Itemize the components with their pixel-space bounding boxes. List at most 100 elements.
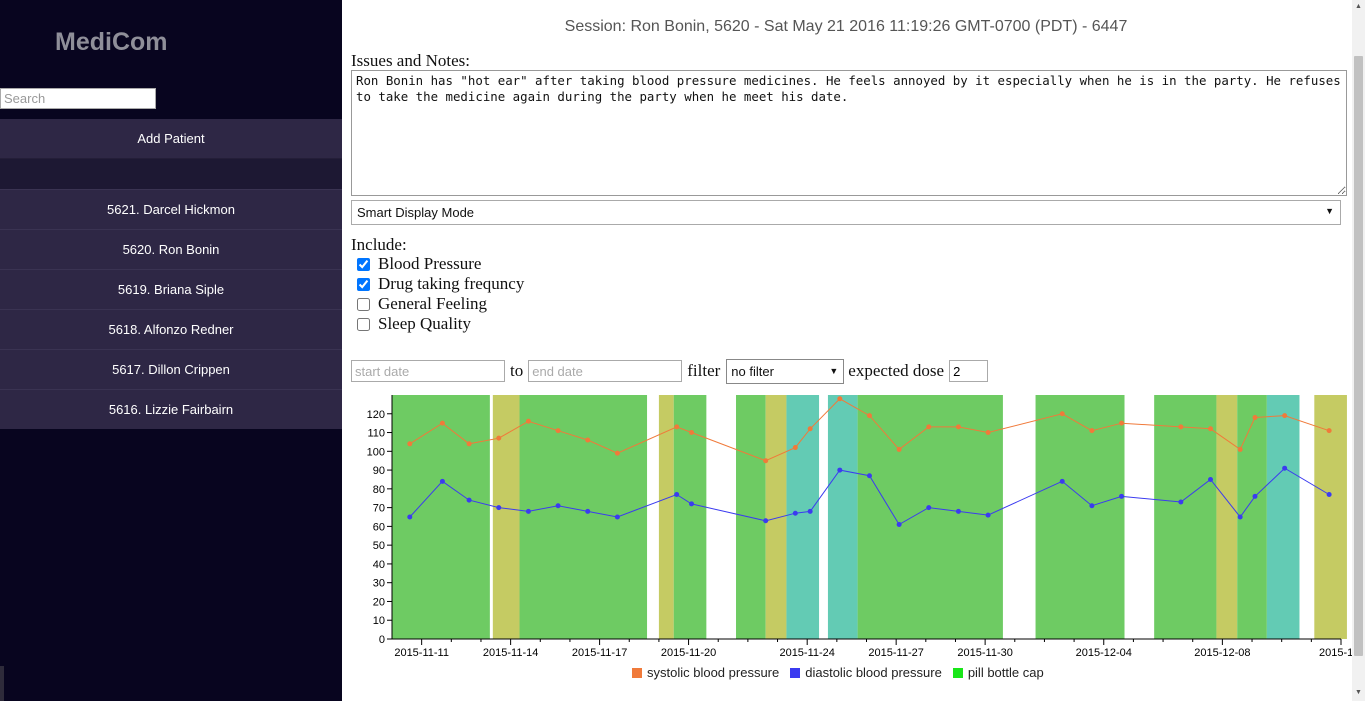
diastolic-point [674,491,680,497]
search-input[interactable] [0,88,156,109]
diastolic-point [926,505,932,511]
diastolic-point [466,497,472,503]
systolic-point [926,424,932,430]
systolic-point [763,458,769,464]
systolic-point [1326,428,1332,434]
systolic-point [896,446,902,452]
y-tick-label: 80 [373,484,385,496]
diastolic-point [955,508,961,514]
y-tick-label: 40 [373,559,385,571]
patient-item-5619[interactable]: 5619. Briana Siple [0,269,342,309]
diastolic-point [1252,493,1258,499]
diastolic-point [1178,499,1184,505]
systolic-point [792,445,798,451]
systolic-point [674,424,680,430]
patient-item-5618[interactable]: 5618. Alfonzo Redner [0,309,342,349]
sidebar-divider [0,159,342,189]
y-tick-label: 70 [373,503,385,515]
systolic-point [1119,420,1125,426]
systolic-point [1208,426,1214,432]
scrollbar-thumb[interactable] [1354,56,1363,656]
scroll-down-icon[interactable]: ▼ [1355,689,1362,696]
patient-item-5621[interactable]: 5621. Darcel Hickmon [0,189,342,229]
x-tick-label: 2015-11-11 [394,647,449,659]
diastolic-point [1208,476,1214,482]
diastolic-point [525,508,531,514]
legend-item-systolic: systolic blood pressure [632,665,779,680]
systolic-point [407,441,413,447]
legend-label-systolic: systolic blood pressure [647,665,780,680]
pill-interval-bar [519,395,648,639]
add-patient-button[interactable]: Add Patient [0,119,342,159]
systolic-point [496,435,502,441]
diastolic-point [763,518,769,524]
legend-swatch-diastolic [790,667,801,678]
x-tick-label: 2015-12-08 [1194,647,1250,659]
page-scrollbar[interactable]: ▲ ▼ [1352,0,1365,701]
pill-interval-bar [392,395,490,639]
diastolic-point [1089,503,1095,509]
systolic-point [985,430,991,436]
systolic-point [807,426,813,432]
legend-label-pill: pill bottle cap [967,665,1044,680]
y-tick-label: 10 [373,615,385,627]
systolic-point [1059,411,1065,417]
patient-item-5617[interactable]: 5617. Dillon Crippen [0,349,342,389]
systolic-point [466,441,472,447]
x-tick-label: 2015-11-30 [957,647,1012,659]
corner-block [0,666,4,701]
pill-interval-bar [492,395,520,639]
patient-item-5620[interactable]: 5620. Ron Bonin [0,229,342,269]
x-tick-label: 2015-11-24 [779,647,834,659]
pill-interval-bar [765,395,787,639]
systolic-point [1282,413,1288,419]
legend-item-diastolic: diastolic blood pressure [790,665,942,680]
scroll-up-icon[interactable]: ▲ [1355,3,1362,10]
x-tick-label: 2015-11-20 [661,647,716,659]
legend-item-pill: pill bottle cap [952,665,1044,680]
diastolic-point [1119,493,1125,499]
systolic-point [1237,446,1243,452]
y-tick-label: 110 [367,428,385,440]
diastolic-point [585,508,591,514]
systolic-point [585,437,591,443]
blood-pressure-chart: 0 10 20 30 40 50 60 70 80 90 100 110 120 2015-11-11 20… [367,395,1352,659]
diastolic-point [1282,465,1288,471]
diastolic-point [439,478,445,484]
systolic-point [1089,428,1095,434]
legend-swatch-pill [952,667,963,678]
x-tick-label: 2015-12- [1319,647,1352,659]
systolic-point [525,418,531,424]
y-tick-label: 60 [373,521,385,533]
systolic-point [1178,424,1184,430]
diastolic-point [896,522,902,528]
diastolic-point [866,473,872,479]
pill-interval-bar [1216,395,1238,639]
systolic-point [555,428,561,434]
app-logo: MediCom [55,28,168,56]
systolic-point [439,420,445,426]
systolic-point [955,424,961,430]
diastolic-point [689,501,695,507]
diastolic-point [496,505,502,511]
systolic-point [837,396,843,402]
pill-interval-bar [786,395,820,639]
systolic-point [614,450,620,456]
main-panel: Session: Ron Bonin, 5620 - Sat May 21 20… [342,0,1352,701]
patient-item-5616[interactable]: 5616. Lizzie Fairbairn [0,389,342,429]
pill-interval-bar [1154,395,1217,639]
y-tick-label: 0 [379,634,385,646]
sidebar: MediCom Add Patient 5621. Darcel Hickmon… [0,0,342,701]
chart-legend: systolic blood pressure diastolic blood … [632,665,1055,680]
y-tick-label: 90 [373,465,385,477]
pill-interval-bar [827,395,858,639]
x-tick-label: 2015-11-27 [868,647,923,659]
legend-label-diastolic: diastolic blood pressure [805,665,942,680]
y-tick-label: 120 [367,409,385,421]
x-tick-label: 2015-11-17 [572,647,627,659]
diastolic-point [614,514,620,520]
diastolic-point [792,510,798,516]
y-tick-label: 100 [367,446,385,458]
diastolic-point [1059,478,1065,484]
diastolic-point [807,508,813,514]
